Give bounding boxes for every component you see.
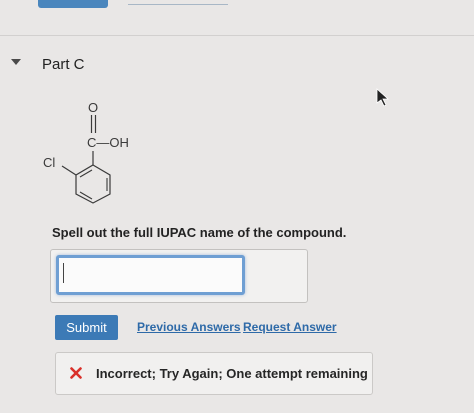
question-prompt: Spell out the full IUPAC name of the com…: [52, 225, 347, 240]
ring-inner-bond-2: [79, 191, 93, 200]
caret-down-icon[interactable]: [9, 56, 23, 68]
mouse-pointer-icon: [376, 88, 390, 107]
chlorine-bond: [61, 165, 77, 176]
x-icon: [70, 367, 82, 379]
submit-button[interactable]: Submit: [55, 315, 118, 340]
previous-part-link-underline: [128, 4, 228, 5]
carboxyl-group-label: C—OH: [87, 135, 129, 150]
section-divider: [0, 35, 474, 36]
chemical-structure: O C—OH Cl: [43, 100, 129, 204]
previous-part-button[interactable]: [38, 0, 108, 8]
chlorine-label: Cl: [43, 155, 55, 170]
answer-input[interactable]: [56, 255, 245, 295]
feedback-message: Incorrect; Try Again; One attempt remain…: [96, 366, 368, 381]
request-answer-link[interactable]: Request Answer: [243, 320, 337, 334]
part-title: Part C: [42, 56, 85, 73]
text-caret: [63, 263, 64, 283]
benzene-ring: [75, 164, 111, 204]
previous-answers-link[interactable]: Previous Answers: [137, 320, 241, 334]
carbonyl-oxygen-label: O: [88, 100, 98, 115]
